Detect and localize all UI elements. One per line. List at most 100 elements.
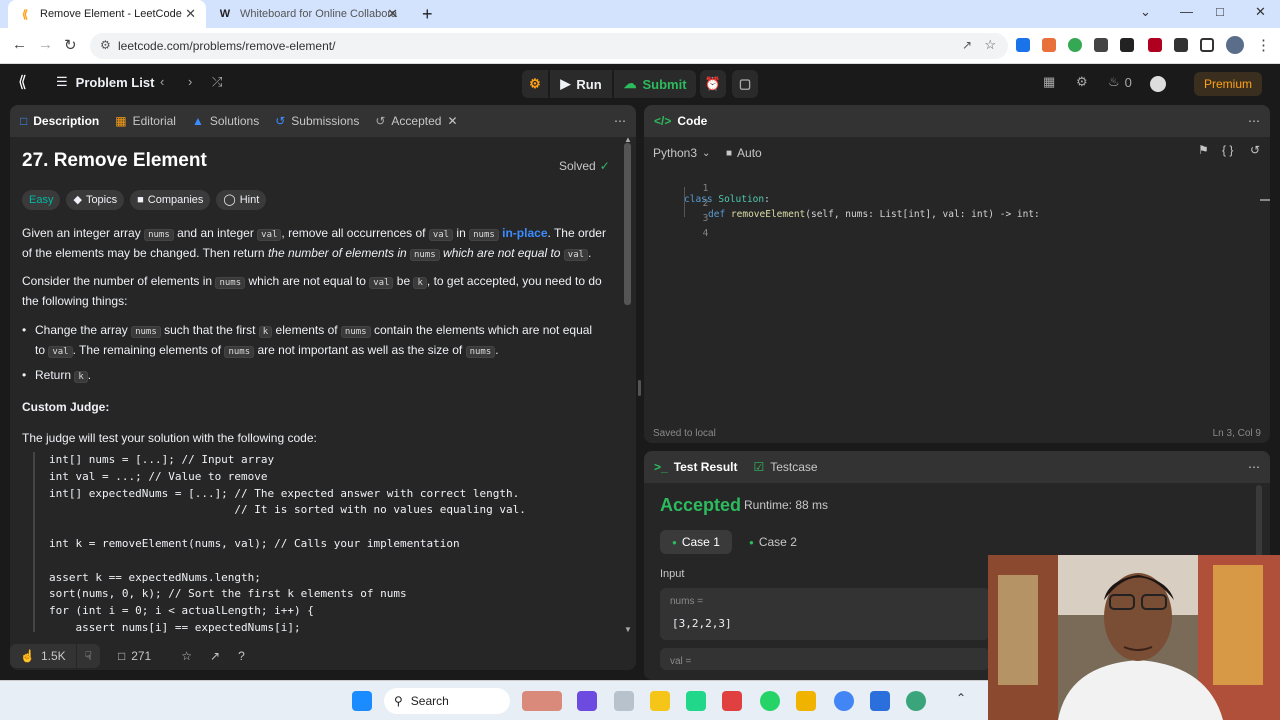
profile-avatar[interactable] (1226, 36, 1244, 54)
settings-gear-icon[interactable]: ⚙ (1076, 74, 1088, 90)
tab-testcase[interactable]: ☑ Testcase (753, 460, 817, 474)
site-info-icon[interactable]: ⚙ (100, 38, 111, 52)
bookmark-icon[interactable]: ⚑ (1198, 143, 1209, 157)
runtime-text: Runtime: 88 ms (744, 498, 829, 512)
tab-editorial[interactable]: ▦ Editorial (115, 114, 176, 128)
extension-icon[interactable] (1148, 38, 1162, 52)
like-button[interactable]: ☝ 1.5K (10, 644, 76, 668)
submit-button[interactable]: ☁ Submit (614, 70, 696, 98)
file-explorer-icon[interactable] (796, 691, 816, 711)
tab-accepted[interactable]: ↺ Accepted ✕ (375, 114, 457, 128)
code-panel-header: </> Code ⋯ (644, 105, 1270, 137)
close-window-icon[interactable]: ✕ (1255, 4, 1266, 20)
streak-button[interactable]: ♨ 0 (1108, 74, 1132, 90)
tab-test-result[interactable]: >_ Test Result (654, 460, 737, 474)
timer-icon[interactable]: ⏰ (700, 70, 726, 98)
tab-code[interactable]: </> Code (654, 114, 707, 128)
premium-button[interactable]: Premium (1194, 72, 1262, 96)
favorite-star-icon[interactable]: ☆ (181, 649, 192, 663)
chrome-icon[interactable] (834, 691, 854, 711)
notes-icon[interactable]: ▢ (732, 70, 758, 98)
tab-description[interactable]: □ Description (20, 114, 99, 128)
input-val-box: val = (660, 648, 990, 670)
companies-button[interactable]: ■ Companies (130, 190, 211, 210)
description-icon: □ (20, 114, 28, 128)
format-code-icon[interactable]: { } (1222, 143, 1233, 157)
code-line: 2 def removeElement(self, nums: List[int… (702, 198, 1040, 220)
dislike-button[interactable]: ☟ (76, 644, 100, 668)
copilot-icon[interactable] (577, 691, 597, 711)
maximize-icon[interactable]: □ (1216, 4, 1224, 19)
close-tab-icon[interactable]: ✕ (447, 114, 457, 128)
taskbar-search-box[interactable]: ⚲ Search (384, 688, 510, 714)
snipping-tool-icon[interactable] (722, 691, 742, 711)
topics-button[interactable]: ◆ Topics (66, 190, 125, 210)
language-select[interactable]: Python3 ⌄ (653, 142, 710, 164)
code-editor[interactable]: 1 class Solution: 2 def removeElement(se… (644, 170, 1254, 420)
search-highlight-icon[interactable] (522, 691, 562, 711)
tray-chevron-up-icon[interactable]: ⌃ (956, 691, 966, 705)
share-icon[interactable]: ↗ (962, 38, 972, 52)
leetcode-logo-icon[interactable]: ⟪ (18, 72, 27, 92)
scroll-down-icon[interactable]: ▼ (624, 625, 632, 634)
forward-icon[interactable]: → (38, 36, 53, 53)
layout-grid-icon[interactable]: ▦ (1043, 74, 1055, 90)
difficulty-badge[interactable]: Easy (22, 190, 61, 210)
in-place-link[interactable]: in-place (502, 226, 547, 240)
tab-submissions[interactable]: ↺ Submissions (275, 114, 359, 128)
next-problem-icon[interactable]: › (188, 74, 192, 89)
whatsapp-icon[interactable] (760, 691, 780, 711)
extension-icon[interactable] (1120, 38, 1134, 52)
prev-problem-icon[interactable]: ‹ (160, 74, 164, 89)
browser-tab-leetcode[interactable]: ⟪ Remove Element - LeetCode ✕ (8, 0, 206, 28)
extension-icon[interactable] (1042, 38, 1056, 52)
new-tab-button[interactable]: + (412, 0, 438, 28)
settings-app-icon[interactable] (906, 691, 926, 711)
list-icon: ☰ (56, 74, 68, 89)
reset-code-icon[interactable]: ↺ (1250, 143, 1260, 157)
url-field[interactable]: ⚙ leetcode.com/problems/remove-element/ … (90, 33, 1008, 59)
bullet-item-2: • Return k. (22, 368, 92, 383)
run-button[interactable]: ▶ Run (550, 70, 612, 98)
tab-solutions[interactable]: ▲ Solutions (192, 114, 259, 128)
browser-menu-icon[interactable]: ⋮ (1256, 36, 1271, 54)
description-scrollbar[interactable] (624, 143, 631, 305)
extension-icon[interactable] (1094, 38, 1108, 52)
comments-button[interactable]: □ 271 (118, 649, 151, 663)
problem-tags: Easy ◆ Topics ■ Companies ◯ Hint (22, 190, 272, 210)
pycharm-icon[interactable] (686, 691, 706, 711)
help-icon[interactable]: ? (238, 649, 245, 663)
problem-list-button[interactable]: ☰ Problem List (56, 74, 154, 90)
close-tab-icon[interactable]: ✕ (387, 6, 398, 22)
hint-button[interactable]: ◯ Hint (216, 190, 267, 210)
problem-list-label: Problem List (75, 74, 155, 90)
back-icon[interactable]: ← (12, 36, 27, 53)
extensions-puzzle-icon[interactable] (1174, 38, 1188, 52)
user-avatar[interactable] (1150, 76, 1166, 92)
debug-icon[interactable]: ⚙ (522, 70, 548, 98)
shuffle-icon[interactable]: ⤮ (212, 74, 222, 90)
browser-tab-whiteboard[interactable]: W Whiteboard for Online Collabora ✕ (208, 0, 408, 28)
bookmark-star-icon[interactable]: ☆ (984, 37, 996, 53)
windows-start-icon[interactable] (352, 691, 372, 711)
share-icon[interactable]: ↗ (210, 649, 220, 663)
case-2-tab[interactable]: ● Case 2 (737, 530, 809, 554)
extension-icon[interactable] (1068, 38, 1082, 52)
panel-resize-handle[interactable] (638, 380, 641, 396)
scroll-up-icon[interactable]: ▲ (624, 135, 632, 144)
reload-icon[interactable]: ↻ (64, 36, 77, 54)
auto-mode-toggle[interactable]: ■ Auto (726, 142, 762, 164)
tab-title: Whiteboard for Online Collabora (240, 8, 398, 20)
panel-more-icon[interactable]: ⋯ (1248, 114, 1260, 128)
panel-more-icon[interactable]: ⋯ (1248, 460, 1260, 474)
side-panel-icon[interactable] (1200, 38, 1214, 52)
sticky-notes-icon[interactable] (650, 691, 670, 711)
minimize-icon[interactable]: — (1180, 4, 1193, 19)
panel-more-icon[interactable]: ⋯ (614, 114, 626, 128)
screen-recorder-icon[interactable] (870, 691, 890, 711)
task-view-icon[interactable] (614, 691, 634, 711)
extension-icon[interactable] (1016, 38, 1030, 52)
close-tab-icon[interactable]: ✕ (185, 6, 196, 22)
case-1-tab[interactable]: ● Case 1 (660, 530, 732, 554)
tab-search-icon[interactable]: ⌄ (1140, 4, 1151, 20)
